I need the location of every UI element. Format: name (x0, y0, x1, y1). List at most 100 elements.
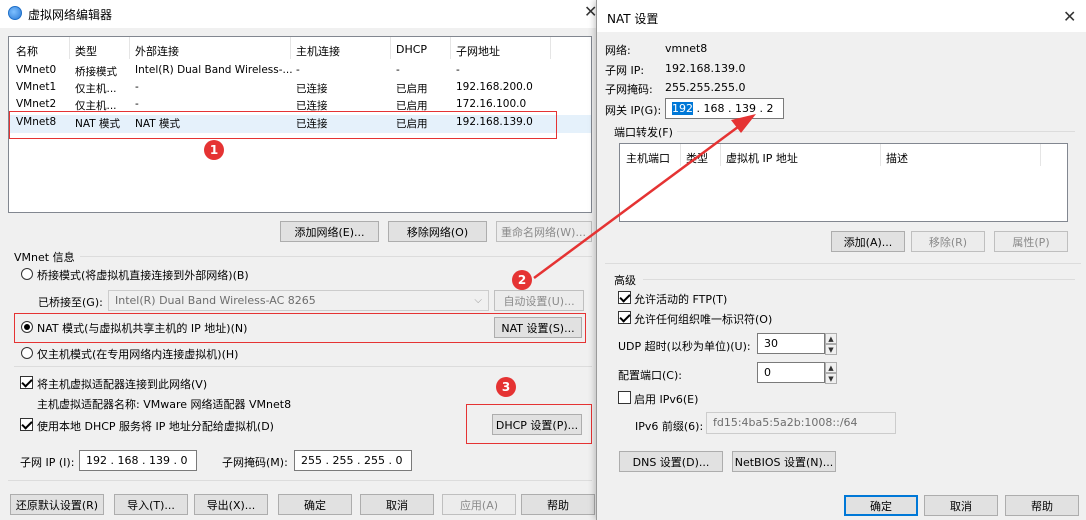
ipv6-prefix-label: IPv6 前缀(6): (635, 420, 704, 433)
allow-ftp-checkbox[interactable] (618, 291, 631, 304)
allow-oui-checkbox[interactable] (618, 311, 631, 324)
help-button[interactable]: 帮助 (521, 494, 595, 515)
subnet-ip-label: 子网 IP: (605, 64, 645, 77)
subnet-mask-value: 255.255.255.0 (665, 81, 746, 94)
gateway-ip-input[interactable]: 192 . 168 . 139 . 2 (665, 98, 784, 119)
udp-timeout-input[interactable]: 30 (757, 333, 825, 354)
header-divider (69, 37, 70, 59)
cell-name: VMnet0 (16, 64, 57, 76)
cell-external: - (135, 98, 139, 110)
pf-add-button[interactable]: 添加(A)... (831, 231, 905, 252)
cell-dhcp: - (396, 64, 400, 76)
nat-cancel-button[interactable]: 取消 (924, 495, 998, 516)
restore-defaults-button[interactable]: 还原默认设置(R) (10, 494, 104, 515)
import-button[interactable]: 导入(T)... (114, 494, 188, 515)
export-button[interactable]: 导出(X)... (194, 494, 268, 515)
port-forward-label: 端口转发(F) (614, 126, 673, 139)
allow-oui-label[interactable]: 允许任何组织唯一标识符(O) (634, 311, 772, 327)
header-divider (450, 37, 451, 59)
bridged-to-select[interactable]: Intel(R) Dual Band Wireless-AC 8265 ⌵ (108, 290, 489, 311)
host-only-mode-radio[interactable] (21, 347, 33, 359)
dns-settings-button[interactable]: DNS 设置(D)... (619, 451, 723, 472)
nat-dialog-title: NAT 设置 (607, 12, 659, 26)
main-window-title: 虚拟网络编辑器 (28, 8, 113, 22)
cell-external: Intel(R) Dual Band Wireless-... (135, 64, 293, 76)
udp-timeout-label: UDP 超时(以秒为单位)(U): (618, 340, 751, 353)
close-icon[interactable]: ✕ (1063, 7, 1076, 26)
table-row[interactable]: VMnet1 仅主机... - 已连接 已启用 192.168.200.0 (9, 81, 591, 98)
header-divider (550, 37, 551, 59)
gateway-ip-selected-octet: 192 (672, 102, 693, 115)
cell-type: 仅主机... (75, 83, 117, 95)
group-divider (80, 256, 592, 257)
bridged-to-label: 已桥接至(G): (38, 296, 103, 309)
nat-settings-dialog: NAT 设置 ✕ 网络: vmnet8 子网 IP: 192.168.139.0… (596, 0, 1086, 520)
connect-adapter-label[interactable]: 将主机虚拟适配器连接到此网络(V) (37, 376, 207, 392)
auto-settings-button[interactable]: 自动设置(U)... (494, 290, 584, 311)
header-divider (390, 37, 391, 59)
col-header-host[interactable]: 主机连接 (296, 43, 340, 59)
cell-host: - (296, 64, 300, 76)
pf-properties-button[interactable]: 属性(P) (994, 231, 1068, 252)
subnet-mask-label: 子网掩码: (605, 83, 653, 96)
netbios-settings-button[interactable]: NetBIOS 设置(N)... (732, 451, 836, 472)
vmnet-info-group-label: VMnet 信息 (14, 251, 75, 264)
connect-adapter-checkbox[interactable] (20, 376, 33, 389)
ok-button[interactable]: 确定 (278, 494, 352, 515)
group-divider (643, 279, 1075, 280)
udp-timeout-down-icon[interactable]: ▼ (825, 344, 837, 355)
annotation-box-nat-mode (14, 313, 586, 343)
use-dhcp-checkbox[interactable] (20, 418, 33, 431)
pf-col-description[interactable]: 描述 (886, 150, 908, 166)
subnet-ip-input[interactable]: 192 . 168 . 139 . 0 (79, 450, 197, 471)
config-port-down-icon[interactable]: ▼ (825, 373, 837, 384)
annotation-badge-2: 2 (512, 270, 532, 290)
nat-ok-button[interactable]: 确定 (844, 495, 918, 516)
port-forward-list[interactable]: 主机端口 类型 虚拟机 IP 地址 描述 (619, 143, 1068, 222)
col-header-subnet[interactable]: 子网地址 (456, 43, 500, 59)
cell-subnet: 192.168.200.0 (456, 81, 533, 93)
cell-subnet: - (456, 64, 460, 76)
pf-col-type[interactable]: 类型 (686, 150, 708, 166)
enable-ipv6-label[interactable]: 启用 IPv6(E) (634, 391, 698, 407)
remove-network-button[interactable]: 移除网络(O) (388, 221, 487, 242)
cell-subnet: 172.16.100.0 (456, 98, 527, 110)
subnet-ip-label: 子网 IP (I): (20, 456, 75, 469)
ipv6-prefix-input[interactable]: fd15:4ba5:5a2b:1008::/64 (706, 412, 896, 434)
annotation-badge-1: 1 (204, 140, 224, 160)
nat-help-button[interactable]: 帮助 (1005, 495, 1079, 516)
config-port-label: 配置端口(C): (618, 369, 682, 382)
main-titlebar: 虚拟网络编辑器 ✕ (0, 0, 600, 28)
allow-ftp-label[interactable]: 允许活动的 FTP(T) (634, 291, 727, 307)
col-header-external[interactable]: 外部连接 (135, 43, 179, 59)
rename-network-button[interactable]: 重命名网络(W)... (496, 221, 592, 242)
cell-name: VMnet2 (16, 98, 57, 110)
add-network-button[interactable]: 添加网络(E)... (280, 221, 379, 242)
bridge-mode-label[interactable]: 桥接模式(将虚拟机直接连接到外部网络)(B) (37, 267, 249, 283)
header-divider (290, 37, 291, 59)
bridged-to-value: Intel(R) Dual Band Wireless-AC 8265 (115, 294, 316, 307)
pf-remove-button[interactable]: 移除(R) (911, 231, 985, 252)
use-dhcp-label[interactable]: 使用本地 DHCP 服务将 IP 地址分配给虚拟机(D) (37, 418, 274, 434)
apply-button[interactable]: 应用(A) (442, 494, 516, 515)
pf-col-host-port[interactable]: 主机端口 (626, 150, 670, 166)
subnet-mask-label: 子网掩码(M): (222, 456, 288, 469)
group-divider (8, 480, 592, 481)
col-header-type[interactable]: 类型 (75, 43, 97, 59)
host-only-mode-label[interactable]: 仅主机模式(在专用网络内连接虚拟机)(H) (37, 346, 238, 362)
cancel-button[interactable]: 取消 (360, 494, 434, 515)
network-value: vmnet8 (665, 42, 708, 55)
group-divider (677, 131, 1075, 132)
chevron-down-icon: ⌵ (474, 295, 482, 306)
udp-timeout-up-icon[interactable]: ▲ (825, 333, 837, 344)
table-row[interactable]: VMnet0 桥接模式 Intel(R) Dual Band Wireless-… (9, 64, 591, 81)
config-port-up-icon[interactable]: ▲ (825, 362, 837, 373)
col-header-name[interactable]: 名称 (16, 43, 38, 59)
col-header-dhcp[interactable]: DHCP (396, 43, 427, 56)
header-divider (880, 144, 881, 166)
config-port-input[interactable]: 0 (757, 362, 825, 383)
pf-col-vm-ip[interactable]: 虚拟机 IP 地址 (726, 150, 798, 166)
enable-ipv6-checkbox[interactable] (618, 391, 631, 404)
subnet-mask-input[interactable]: 255 . 255 . 255 . 0 (294, 450, 412, 471)
bridge-mode-radio[interactable] (21, 268, 33, 280)
